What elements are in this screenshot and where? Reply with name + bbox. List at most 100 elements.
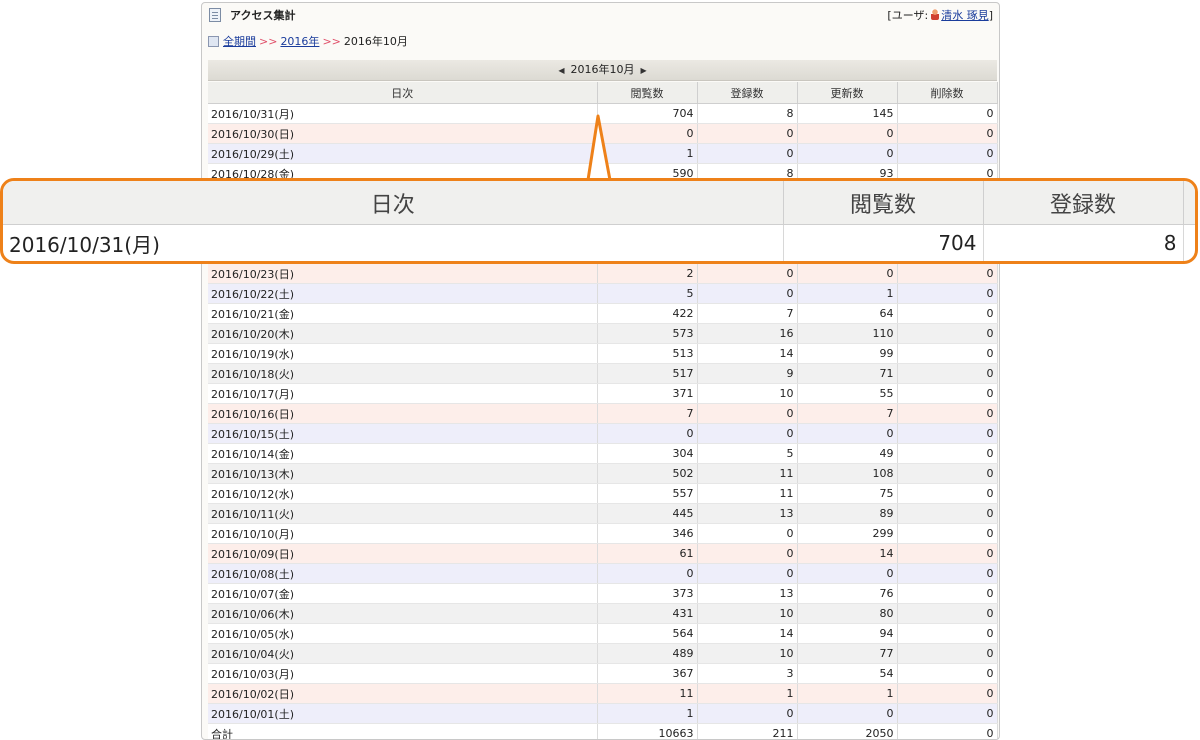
triangle-left-icon[interactable]: ◀: [558, 61, 564, 81]
callout-header-registrations: 登録数: [983, 181, 1184, 225]
table-row: 2016/10/07(金) 373 13 76 0: [208, 583, 998, 604]
column-header-registrations[interactable]: 登録数: [697, 82, 798, 104]
row-deletions: 0: [897, 663, 998, 684]
row-updates: 0: [797, 423, 898, 444]
row-date: 2016/10/05(水): [208, 623, 598, 644]
callout-filler: [1183, 224, 1195, 261]
row-views: 346: [597, 523, 698, 544]
table-row: 2016/10/08(土) 0 0 0 0: [208, 563, 998, 584]
row-registrations: 10: [697, 643, 798, 664]
user-name-link[interactable]: 清水 琢見: [941, 9, 989, 22]
row-date: 2016/10/19(水): [208, 343, 598, 364]
row-date: 2016/10/18(火): [208, 363, 598, 384]
month-label: 2016年10月: [570, 63, 635, 76]
callout-header-filler: [1183, 181, 1195, 225]
row-registrations: 0: [697, 703, 798, 724]
row-updates: 7: [797, 403, 898, 424]
row-deletions: 0: [897, 503, 998, 524]
row-date: 2016/10/11(火): [208, 503, 598, 524]
row-registrations: 14: [697, 343, 798, 364]
row-date: 2016/10/09(日): [208, 543, 598, 564]
daily-stats-table: 日次 閲覧数 登録数 更新数 削除数 2016/10/31(月) 704 8 145 0…: [208, 82, 998, 739]
calendar-icon: [208, 36, 219, 47]
row-registrations: 11: [697, 483, 798, 504]
row-registrations: 3: [697, 663, 798, 684]
row-registrations: 7: [697, 303, 798, 324]
breadcrumb-separator: >>: [259, 35, 278, 48]
column-header-deletions[interactable]: 削除数: [897, 82, 998, 104]
row-updates: 54: [797, 663, 898, 684]
row-views: 431: [597, 603, 698, 624]
table-row: 2016/10/30(日) 0 0 0 0: [208, 123, 998, 144]
table-row: 2016/10/19(水) 513 14 99 0: [208, 343, 998, 364]
row-date: 2016/10/17(月): [208, 383, 598, 404]
breadcrumb-year[interactable]: 2016年: [280, 35, 319, 48]
row-registrations: 0: [697, 403, 798, 424]
row-views: 557: [597, 483, 698, 504]
row-updates: 108: [797, 463, 898, 484]
row-registrations: [697, 243, 798, 264]
breadcrumb-current: 2016年10月: [343, 35, 408, 48]
row-registrations: 0: [697, 563, 798, 584]
row-registrations: 0: [697, 283, 798, 304]
table-row: 2016/10/22(土) 5 0 1 0: [208, 283, 998, 304]
row-updates: 145: [797, 103, 898, 124]
row-deletions: 0: [897, 283, 998, 304]
row-views: 371: [597, 383, 698, 404]
table-row: 2016/10/23(日) 2 0 0 0: [208, 263, 998, 284]
row-views: 489: [597, 643, 698, 664]
total-label: 合計: [208, 723, 598, 739]
row-deletions: 0: [897, 583, 998, 604]
row-views: 590: [597, 163, 698, 184]
row-registrations: 13: [697, 503, 798, 524]
table-row: 2016/10/06(木) 431 10 80 0: [208, 603, 998, 624]
table-row: 2016/10/01(土) 1 0 0 0: [208, 703, 998, 724]
row-deletions: [897, 243, 998, 264]
row-date: 2016/10/04(火): [208, 643, 598, 664]
row-updates: 0: [797, 703, 898, 724]
row-deletions: 0: [897, 443, 998, 464]
row-updates: [797, 183, 898, 204]
column-header-updates[interactable]: 更新数: [797, 82, 898, 104]
row-date: 2016/10/06(木): [208, 603, 598, 624]
row-updates: 89: [797, 503, 898, 524]
row-updates: 49: [797, 443, 898, 464]
row-views: [597, 183, 698, 204]
row-date: 2016/10/29(土): [208, 143, 598, 164]
row-views: 0: [597, 423, 698, 444]
table-row: 2016/10/17(月) 371 10 55 0: [208, 383, 998, 404]
row-updates: 55: [797, 383, 898, 404]
row-views: 422: [597, 303, 698, 324]
row-date: 2016/10/13(木): [208, 463, 598, 484]
row-views: 445: [597, 503, 698, 524]
row-updates: 0: [797, 143, 898, 164]
row-updates: 64: [797, 303, 898, 324]
row-registrations: [697, 183, 798, 204]
row-deletions: 0: [897, 703, 998, 724]
table-row: 2016/10/13(木) 502 11 108 0: [208, 463, 998, 484]
breadcrumb: 全期間 >> 2016年 >> 2016年10月: [208, 33, 408, 49]
column-header-date[interactable]: 日次: [208, 82, 598, 104]
column-header-views[interactable]: 閲覧数: [597, 82, 698, 104]
table-row: 2016/10/03(月) 367 3 54 0: [208, 663, 998, 684]
row-registrations: 0: [697, 543, 798, 564]
table-row: [208, 223, 998, 244]
table-row: 2016/10/04(火) 489 10 77 0: [208, 643, 998, 664]
row-views: [597, 223, 698, 244]
row-deletions: 0: [897, 263, 998, 284]
row-updates: 77: [797, 643, 898, 664]
table-row: 2016/10/02(日) 11 1 1 0: [208, 683, 998, 704]
row-updates: [797, 223, 898, 244]
row-registrations: 5: [697, 443, 798, 464]
triangle-right-icon[interactable]: ▶: [641, 61, 647, 81]
row-views: 564: [597, 623, 698, 644]
breadcrumb-all-period[interactable]: 全期間: [223, 35, 256, 48]
row-updates: 1: [797, 683, 898, 704]
row-registrations: 0: [697, 263, 798, 284]
row-registrations: 9: [697, 363, 798, 384]
table-row: 2016/10/21(金) 422 7 64 0: [208, 303, 998, 324]
row-views: 502: [597, 463, 698, 484]
table-row: 2016/10/12(水) 557 11 75 0: [208, 483, 998, 504]
row-date: 2016/10/16(日): [208, 403, 598, 424]
row-views: 0: [597, 123, 698, 144]
